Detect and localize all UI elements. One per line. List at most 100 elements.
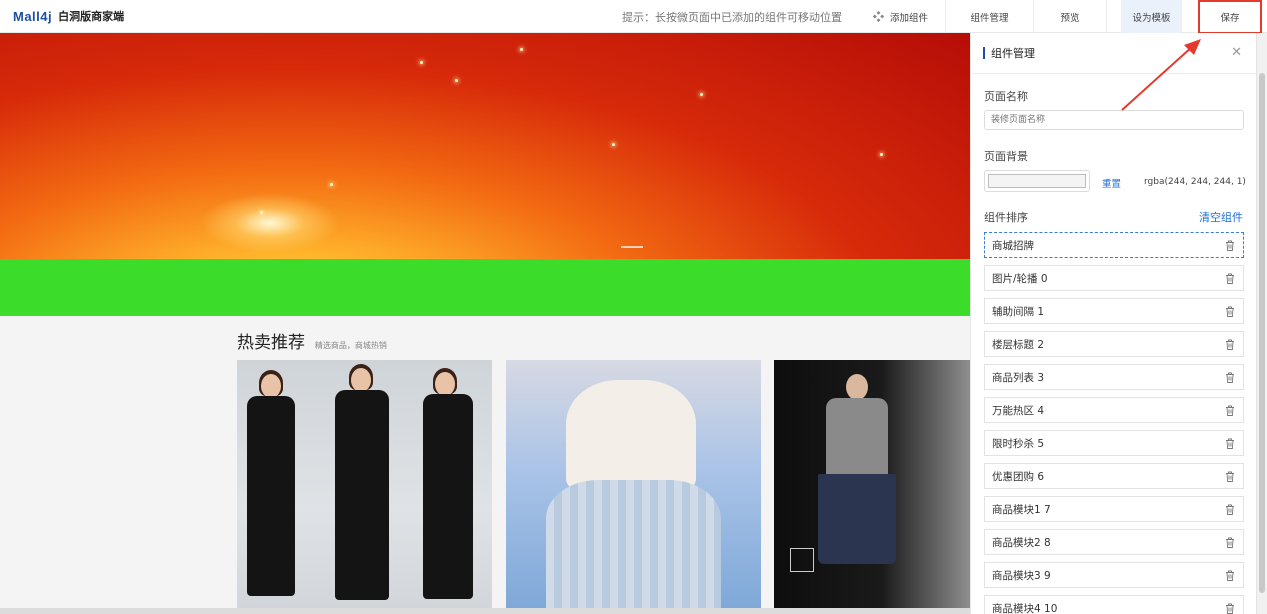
trash-icon[interactable] — [1225, 306, 1235, 317]
add-component-button[interactable]: 添加组件 — [856, 0, 946, 33]
trash-icon[interactable] — [1225, 372, 1235, 383]
save-label: 保存 — [1220, 13, 1240, 24]
trash-icon[interactable] — [1225, 240, 1235, 251]
banner-carousel[interactable] — [0, 33, 970, 259]
product-image[interactable] — [506, 360, 761, 608]
component-item-label: 限时秒杀 5 — [992, 437, 1045, 450]
component-item[interactable]: 优惠团购 6 — [984, 463, 1244, 489]
panel-header: 组件管理 ✕ — [971, 33, 1256, 74]
component-item-label: 商城招牌 — [992, 239, 1034, 252]
clear-components-button[interactable]: 清空组件 — [1199, 209, 1243, 225]
banner-sparkle — [420, 61, 423, 64]
trash-icon[interactable] — [1225, 570, 1235, 581]
product-image-detail — [566, 380, 696, 490]
trash-icon[interactable] — [1225, 339, 1235, 350]
component-item[interactable]: 商品模块4 10 — [984, 595, 1244, 614]
component-item[interactable]: 商品模块2 8 — [984, 529, 1244, 555]
move-tip: 提示：长按微页面中已添加的组件可移动位置 — [622, 11, 842, 24]
logo: Mall4j 白洞版商家端 — [13, 8, 124, 24]
banner-sparkle — [612, 143, 615, 146]
component-item[interactable]: 商品列表 3 — [984, 364, 1244, 390]
canvas-horizontal-scrollbar[interactable] — [0, 608, 970, 614]
product-image[interactable] — [237, 360, 492, 608]
floor-title: 热卖推荐 — [237, 333, 305, 353]
component-item-label: 辅助间隔 1 — [992, 305, 1045, 318]
product-image-detail — [546, 480, 721, 608]
logo-text: 白洞版商家端 — [58, 10, 125, 23]
product-image-detail — [846, 374, 868, 400]
component-item[interactable]: 商品模块3 9 — [984, 562, 1244, 588]
banner-sparkle — [700, 93, 703, 96]
component-manage-panel: 组件管理 ✕ 页面名称 页面背景 重置 rgba(244, 244, 244, … — [970, 33, 1256, 614]
banner-sparkle — [880, 153, 883, 156]
carousel-indicator[interactable] — [621, 246, 643, 248]
component-item-label: 商品模块3 9 — [992, 569, 1051, 582]
puzzle-icon — [872, 11, 884, 22]
bg-color-swatch — [988, 174, 1086, 188]
page-name-input[interactable] — [984, 110, 1244, 130]
component-item-label: 商品模块1 7 — [992, 503, 1051, 516]
page-bg-label: 页面背景 — [984, 150, 1028, 163]
component-item-label: 图片/轮播 0 — [992, 272, 1048, 285]
component-item[interactable]: 商城招牌 — [984, 232, 1244, 258]
top-bar: Mall4j 白洞版商家端 提示：长按微页面中已添加的组件可移动位置 添加组件 … — [0, 0, 1267, 34]
set-template-label: 设为模板 — [1132, 12, 1171, 24]
logo-mark: Mall4j — [13, 8, 53, 24]
product-image-detail — [261, 374, 281, 398]
component-item[interactable]: 图片/轮播 0 — [984, 265, 1244, 291]
component-manage-button[interactable]: 组件管理 — [946, 0, 1034, 33]
product-image-detail — [247, 396, 295, 596]
trash-icon[interactable] — [1225, 504, 1235, 515]
component-sort-label: 组件排序 — [984, 211, 1028, 224]
close-icon[interactable]: ✕ — [1231, 46, 1242, 59]
product-image[interactable] — [774, 360, 970, 608]
component-item-label: 优惠团购 6 — [992, 470, 1045, 483]
component-sort-list: 商城招牌 图片/轮播 0 辅助间隔 1 楼层标题 2 商品列表 3 万能热区 4… — [984, 232, 1244, 614]
product-image-detail — [435, 372, 455, 396]
spacer-block[interactable] — [0, 259, 970, 316]
component-item-label: 商品列表 3 — [992, 371, 1045, 384]
panel-vertical-scrollbar[interactable] — [1256, 33, 1267, 614]
trash-icon[interactable] — [1225, 537, 1235, 548]
trash-icon[interactable] — [1225, 471, 1235, 482]
component-manage-label: 组件管理 — [970, 12, 1009, 24]
component-item[interactable]: 楼层标题 2 — [984, 331, 1244, 357]
component-item-label: 商品模块4 10 — [992, 602, 1058, 614]
component-item[interactable]: 万能热区 4 — [984, 397, 1244, 423]
reset-bg-button[interactable]: 重置 — [1102, 176, 1121, 190]
banner-glow — [200, 193, 340, 253]
product-image-detail — [790, 548, 814, 572]
floor-subtitle: 精选商品，商城热销 — [314, 341, 387, 350]
component-item[interactable]: 辅助间隔 1 — [984, 298, 1244, 324]
bg-rgba-value: rgba(244, 244, 244, 1) — [1144, 177, 1246, 187]
banner-sparkle — [260, 211, 263, 214]
product-image-detail — [423, 394, 473, 599]
trash-icon[interactable] — [1225, 603, 1235, 614]
bg-color-picker[interactable] — [984, 170, 1090, 192]
component-item-label: 商品模块2 8 — [992, 536, 1051, 549]
banner-sparkle — [455, 79, 458, 82]
title-accent-bar — [983, 47, 985, 59]
product-image-detail — [335, 390, 389, 600]
component-item[interactable]: 商品模块1 7 — [984, 496, 1244, 522]
component-item[interactable]: 限时秒杀 5 — [984, 430, 1244, 456]
product-image-detail — [351, 368, 371, 392]
component-item-label: 万能热区 4 — [992, 404, 1045, 417]
banner-sparkle — [520, 48, 523, 51]
preview-button[interactable]: 预览 — [1034, 0, 1107, 33]
banner-sparkle — [330, 183, 333, 186]
floor-title-block[interactable]: 热卖推荐 精选商品，商城热销 — [237, 328, 387, 353]
add-component-label: 添加组件 — [889, 12, 928, 24]
trash-icon[interactable] — [1225, 273, 1235, 284]
panel-title: 组件管理 — [991, 47, 1035, 60]
set-template-button[interactable]: 设为模板 — [1121, 0, 1182, 33]
component-item-label: 楼层标题 2 — [992, 338, 1045, 351]
save-button[interactable]: 保存 — [1198, 0, 1262, 34]
trash-icon[interactable] — [1225, 405, 1235, 416]
scrollbar-thumb[interactable] — [1259, 73, 1265, 593]
product-image-detail — [826, 398, 888, 476]
trash-icon[interactable] — [1225, 438, 1235, 449]
page-name-label: 页面名称 — [984, 90, 1028, 103]
product-image-detail — [818, 474, 896, 564]
preview-label: 预览 — [1060, 12, 1080, 24]
